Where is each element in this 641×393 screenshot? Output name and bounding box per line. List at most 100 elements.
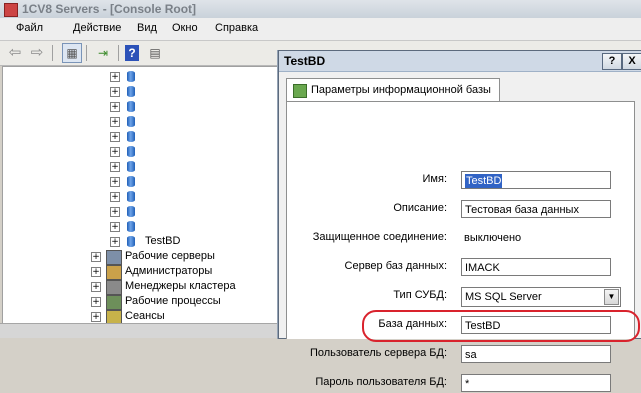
database-icon [127, 206, 135, 217]
expand-icon[interactable]: + [110, 87, 120, 97]
database-icon [127, 236, 135, 247]
tree-db-row[interactable]: + [3, 99, 273, 114]
expand-icon[interactable]: + [110, 162, 120, 172]
mmc-window-title: 1CV8 Servers - [Console Root] [22, 2, 197, 16]
toolbar-separator [52, 45, 53, 61]
tree-group-row[interactable]: + Рабочие серверы [3, 249, 273, 265]
menu-bar: Файл Действие Вид Окно Справка [0, 18, 641, 41]
expand-icon[interactable]: + [91, 267, 101, 277]
tree-db-row[interactable]: + [3, 144, 273, 159]
toolbar-separator [118, 45, 119, 61]
tree-group-label: Администраторы [125, 265, 213, 277]
db-user-field[interactable]: sa [461, 345, 611, 363]
expand-icon[interactable]: + [110, 102, 120, 112]
forward-arrow-icon[interactable]: ⇨ [28, 44, 46, 62]
expand-icon[interactable]: + [110, 117, 120, 127]
menu-window[interactable]: Окно [172, 22, 198, 34]
tree-group-label: Рабочие серверы [125, 250, 215, 262]
database-icon [127, 221, 135, 232]
tree-db-row[interactable]: + [3, 114, 273, 129]
tree-db-row[interactable]: + [3, 69, 273, 84]
close-button[interactable]: X [622, 53, 641, 70]
expand-icon[interactable]: + [110, 132, 120, 142]
tree-db-row[interactable]: + [3, 204, 273, 219]
dbms-type-value: MS SQL Server [465, 291, 542, 303]
description-field[interactable]: Тестовая база данных [461, 200, 611, 218]
secure-connection-value: выключено [464, 232, 522, 244]
tree-group-row[interactable]: + Администраторы [3, 264, 273, 280]
tree-db-label: TestBD [145, 235, 181, 247]
menu-file[interactable]: Файл [16, 22, 43, 34]
expand-icon[interactable]: + [110, 222, 120, 232]
help-icon[interactable]: ? [125, 45, 139, 61]
properties-dialog: TestBD ? X Параметры информационной базы… [278, 50, 641, 392]
tree-db-row[interactable]: + [3, 129, 273, 144]
dbms-type-select[interactable]: MS SQL Server ▼ [461, 287, 621, 307]
admin-icon [106, 265, 122, 280]
cluster-manager-icon [106, 280, 122, 295]
mmc-title-bar: 1CV8 Servers - [Console Root] [0, 0, 641, 18]
expand-icon[interactable]: + [110, 207, 120, 217]
app-icon [4, 3, 18, 17]
tree-group-label: Рабочие процессы [125, 295, 221, 307]
tab-label: Параметры информационной базы [311, 84, 491, 96]
infobase-icon [293, 84, 307, 98]
tree-db-row[interactable]: + [3, 159, 273, 174]
tree-db-row[interactable]: + [3, 174, 273, 189]
back-arrow-icon[interactable]: ⇦ [6, 44, 24, 62]
database-icon [127, 131, 135, 142]
console-tree: + + + + + + + + + + + + TestBD + Рабочие серверы + Админ… [2, 66, 280, 325]
expand-icon[interactable]: + [91, 297, 101, 307]
database-icon [127, 86, 135, 97]
show-tree-icon[interactable]: ▦ [62, 43, 82, 63]
server-icon [106, 250, 122, 265]
db-user-label: Пользователь сервера БД: [309, 347, 447, 359]
tree-group-label: Менеджеры кластера [125, 280, 236, 292]
export-icon[interactable]: ⇥ [94, 44, 112, 62]
properties-icon[interactable]: ▤ [146, 44, 164, 62]
expand-icon[interactable]: + [91, 312, 101, 322]
menu-action[interactable]: Действие [73, 22, 121, 34]
tree-group-row[interactable]: + Рабочие процессы [3, 294, 273, 310]
dialog-title-bar: TestBD ? X [279, 51, 641, 72]
database-icon [127, 116, 135, 127]
expand-icon[interactable]: + [91, 282, 101, 292]
name-label: Имя: [422, 173, 447, 185]
tree-db-row[interactable]: + [3, 84, 273, 99]
tree-db-row[interactable]: + [3, 189, 273, 204]
process-icon [106, 295, 122, 310]
toolbar-separator [86, 45, 87, 61]
dbms-type-label: Тип СУБД: [393, 289, 447, 301]
tree-group-row[interactable]: + Сеансы [3, 309, 273, 324]
red-highlight-ellipse [362, 310, 640, 342]
expand-icon[interactable]: + [110, 177, 120, 187]
tab-infobase-params[interactable]: Параметры информационной базы [286, 78, 500, 102]
db-server-label: Сервер баз данных: [344, 260, 447, 272]
name-value: TestBD [465, 174, 503, 188]
db-password-label: Пароль пользователя БД: [315, 376, 447, 388]
tree-group-row[interactable]: + Менеджеры кластера [3, 279, 273, 295]
database-icon [127, 191, 135, 202]
menu-view[interactable]: Вид [137, 22, 157, 34]
name-field[interactable]: TestBD [461, 171, 611, 189]
tree-db-row[interactable]: + [3, 219, 273, 234]
menu-help[interactable]: Справка [215, 22, 258, 34]
database-icon [127, 101, 135, 112]
dialog-title: TestBD [284, 54, 326, 68]
tree-db-row[interactable]: + TestBD [3, 234, 273, 249]
database-icon [127, 161, 135, 172]
expand-icon[interactable]: + [91, 252, 101, 262]
expand-icon[interactable]: + [110, 237, 120, 247]
expand-icon[interactable]: + [110, 192, 120, 202]
db-password-field[interactable]: * [461, 374, 611, 392]
help-button[interactable]: ? [602, 53, 622, 70]
tree-group-label: Сеансы [125, 310, 165, 322]
db-server-field[interactable]: IMACK [461, 258, 611, 276]
expand-icon[interactable]: + [110, 72, 120, 82]
database-icon [127, 146, 135, 157]
secure-connection-label: Защищенное соединение: [312, 231, 447, 243]
expand-icon[interactable]: + [110, 147, 120, 157]
database-icon [127, 176, 135, 187]
chevron-down-icon[interactable]: ▼ [604, 289, 619, 305]
description-label: Описание: [393, 202, 447, 214]
